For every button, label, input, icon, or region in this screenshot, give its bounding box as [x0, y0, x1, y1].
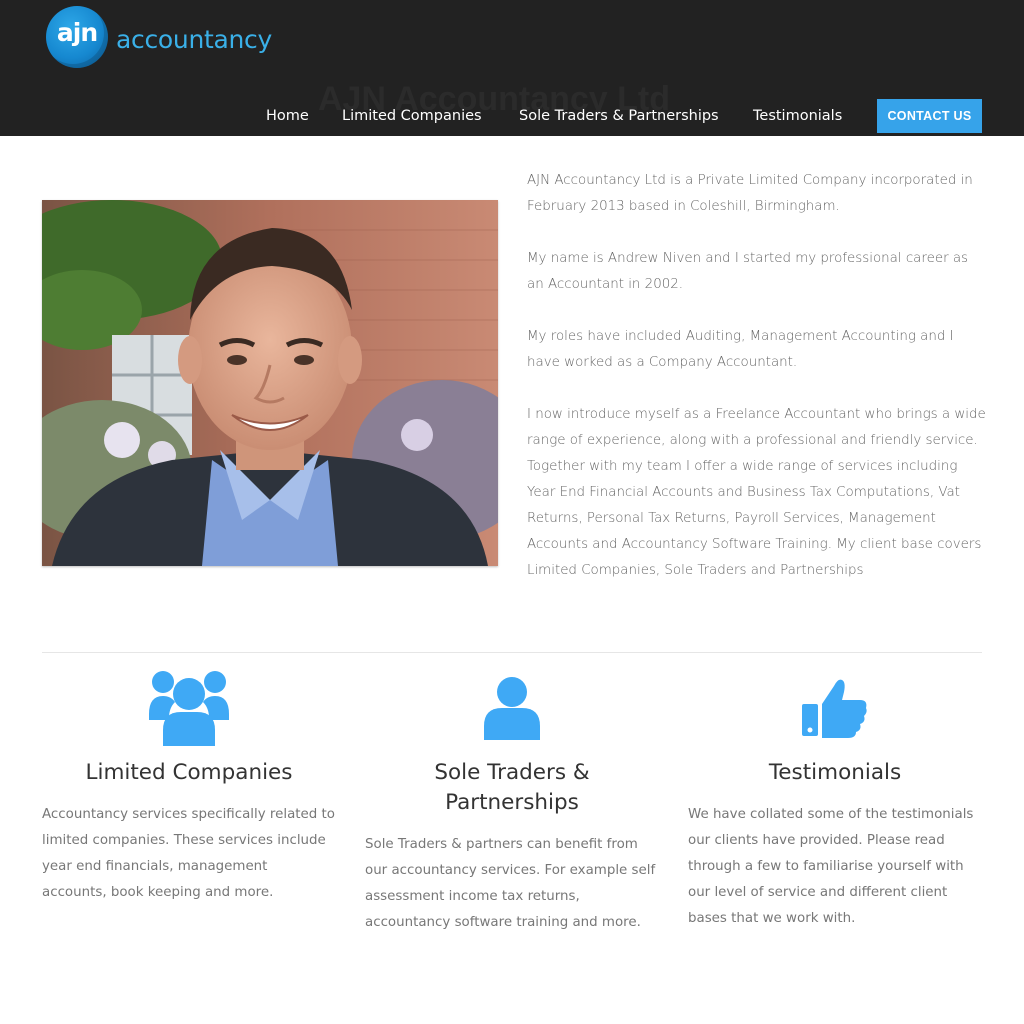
section-divider [42, 652, 982, 653]
logo-wordmark: accountancy [116, 24, 273, 54]
about-paragraph: AJN Accountancy Ltd is a Private Limited… [527, 173, 973, 214]
feature-description: Accountancy services specifically relate… [42, 807, 335, 900]
user-icon[interactable] [482, 676, 542, 740]
feature-title[interactable]: Sole Traders & Partnerships [365, 758, 659, 818]
logo-badge: ajn [46, 6, 108, 68]
feature-description: Sole Traders & partners can benefit from… [365, 837, 656, 930]
profile-photo [42, 200, 498, 566]
feature-testimonials: Testimonials We have collated some of th… [688, 668, 982, 932]
nav-item-home[interactable]: Home [266, 108, 309, 124]
nav-item-limited-companies[interactable]: Limited Companies [342, 108, 482, 124]
feature-sole-traders: Sole Traders & Partnerships Sole Traders… [365, 668, 659, 936]
feature-limited-companies: Limited Companies Accountancy services s… [42, 668, 336, 906]
feature-description: We have collated some of the testimonial… [688, 807, 974, 926]
contact-us-button[interactable]: CONTACT US [877, 99, 982, 133]
site-logo[interactable]: ajn accountancy [46, 6, 272, 68]
logo-badge-text: ajn [56, 18, 98, 47]
feature-title[interactable]: Testimonials [688, 758, 982, 788]
about-paragraph: My roles have included Auditing, Managem… [527, 329, 954, 370]
feature-title[interactable]: Limited Companies [42, 758, 336, 788]
thumbs-up-icon[interactable] [802, 676, 868, 740]
about-section: AJN Accountancy Ltd is a Private Limited… [527, 168, 987, 610]
nav-item-testimonials[interactable]: Testimonials [753, 108, 842, 124]
main-nav: Home Limited Companies Sole Traders & Pa… [0, 108, 1024, 128]
users-group-icon[interactable] [149, 668, 229, 746]
nav-item-sole-traders[interactable]: Sole Traders & Partnerships [519, 108, 719, 124]
site-header: ajn accountancy AJN Accountancy Ltd Home… [0, 0, 1024, 136]
about-paragraph: I now introduce myself as a Freelance Ac… [527, 407, 986, 578]
about-paragraph: My name is Andrew Niven and I started my… [527, 251, 969, 292]
